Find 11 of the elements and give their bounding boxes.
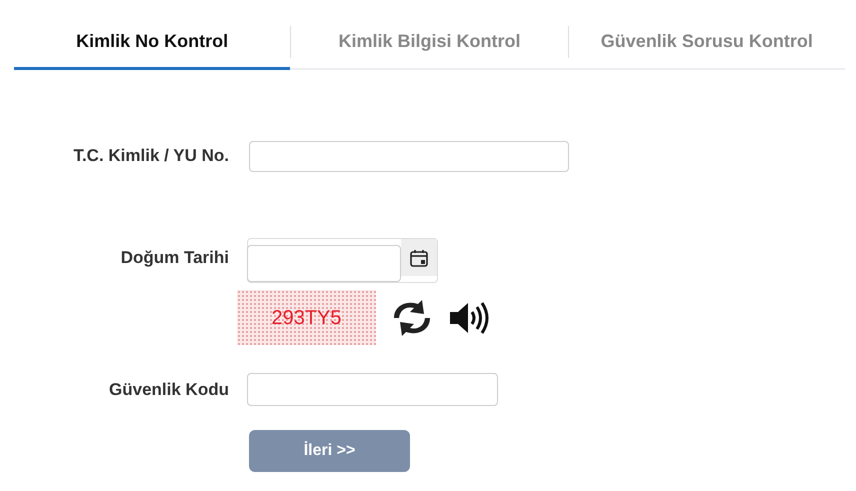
calendar-icon[interactable] bbox=[401, 239, 437, 276]
tab[interactable]: Kimlik No Kontrol bbox=[14, 14, 290, 70]
next-button[interactable]: İleri >> bbox=[249, 430, 410, 472]
tab[interactable]: Güvenlik Sorusu Kontrol bbox=[568, 14, 845, 70]
field-label: T.C. Kimlik / YU No. bbox=[72, 145, 229, 168]
id-number-field[interactable] bbox=[249, 140, 569, 172]
captcha-image: 293TY5 bbox=[237, 290, 376, 345]
security-code-field[interactable] bbox=[247, 373, 498, 406]
field-label: Güvenlik Kodu bbox=[108, 378, 229, 401]
field-label: Doğum Tarihi bbox=[120, 247, 229, 269]
tab[interactable]: Kimlik Bilgisi Kontrol bbox=[291, 14, 568, 70]
